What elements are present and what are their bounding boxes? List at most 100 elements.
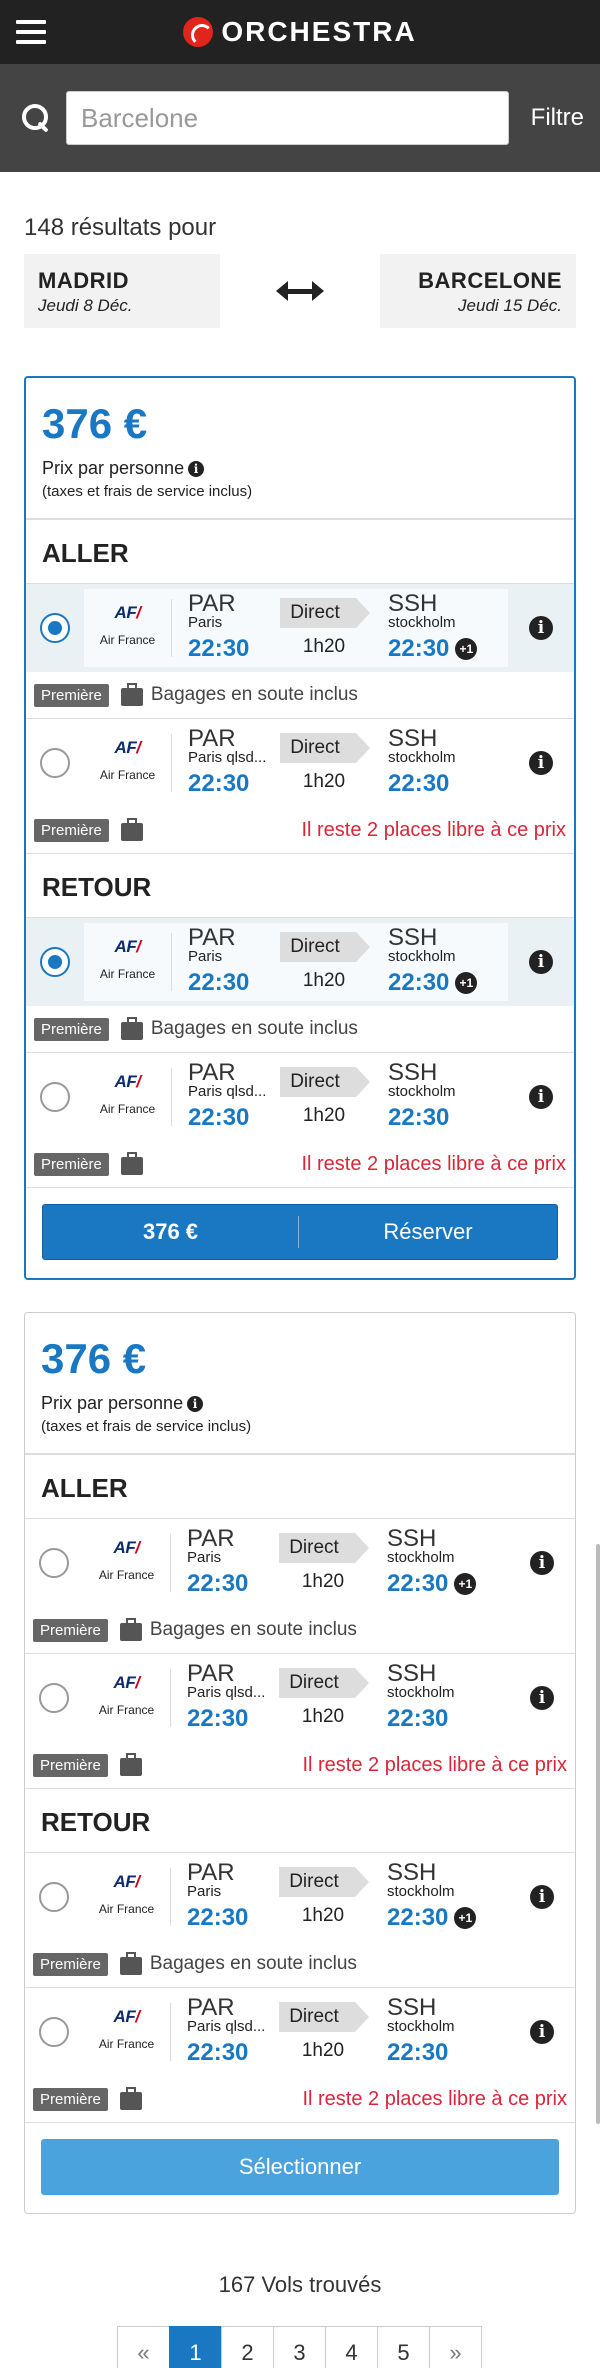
suitcase-icon (120, 1016, 143, 1040)
flight-type: Direct 1h20 (272, 598, 376, 658)
info-cell: i (508, 950, 574, 974)
flight-details: AF/Air France PAR Paris qlsd... 22:30 Direct… (84, 1058, 508, 1136)
departure: PAR Paris qlsd... 22:30 (172, 1061, 272, 1132)
class-badge: Première (33, 1753, 108, 1777)
direct-badge: Direct (280, 598, 370, 628)
flight-option-main[interactable]: AF/Air France PAR Paris qlsd... 22:30 Direct… (26, 719, 574, 807)
pagination-page[interactable]: 5 (377, 2326, 430, 2368)
class-badge: Première (33, 2087, 108, 2111)
filter-button[interactable]: Filtre (525, 104, 584, 132)
arrival-time: 22:30 (387, 1904, 449, 1931)
direct-badge: Direct (280, 733, 370, 763)
reserve-button[interactable]: 376 € Réserver (42, 1204, 558, 1260)
arrival: SSH stockholm 22:30 (375, 1662, 509, 1733)
radio-cell (26, 1082, 84, 1112)
price-info-icon[interactable]: i (188, 460, 205, 477)
pagination-next[interactable]: » (429, 2326, 482, 2368)
baggage-note: Bagages en soute inclus (150, 684, 358, 705)
suitcase-icon (120, 682, 143, 706)
pagination-page[interactable]: 1 (169, 2326, 222, 2368)
suitcase-icon (119, 2086, 142, 2110)
arrival-city: stockholm (388, 949, 456, 965)
select-button[interactable]: Sélectionner (41, 2139, 559, 2195)
pagination-page[interactable]: 2 (221, 2326, 274, 2368)
info-icon[interactable]: i (530, 2020, 554, 2044)
outbound-title: ALLER (25, 1455, 575, 1519)
direct-badge: Direct (279, 1668, 369, 1698)
info-cell: i (508, 1085, 574, 1109)
suitcase-icon (120, 817, 143, 841)
departure: PAR Paris 22:30 (171, 1527, 271, 1598)
flight-select-radio[interactable] (40, 613, 70, 643)
flight-option-main[interactable]: AF/Air France PAR Paris qlsd... 22:30 Direct… (26, 1053, 574, 1141)
search-input[interactable] (66, 91, 509, 145)
airline-name: Air France (99, 1102, 156, 1116)
pagination-prev[interactable]: « (117, 2326, 170, 2368)
results-list: 376 € Prix par personne i (taxes et frais d… (0, 376, 600, 2214)
flight-select-radio[interactable] (39, 1882, 69, 1912)
radio-cell (26, 613, 84, 643)
menu-icon[interactable] (16, 20, 46, 44)
destination-box[interactable]: BARCELONE Jeudi 15 Déc. (380, 254, 576, 328)
airline-name: Air France (98, 1568, 155, 1582)
flight-option-main[interactable]: AF/Air France PAR Paris qlsd... 22:30 Direct… (25, 1988, 575, 2076)
flight-select-radio[interactable] (39, 1548, 69, 1578)
flight-option-main[interactable]: AF/Air France PAR Paris 22:30 Direct 1h20 SSH s… (25, 1853, 575, 1941)
class-badge: Première (34, 683, 109, 707)
info-icon[interactable]: i (529, 1085, 553, 1109)
flight-select-radio[interactable] (40, 1082, 70, 1112)
flight-select-radio[interactable] (40, 748, 70, 778)
flight-option-main[interactable]: AF/Air France PAR Paris qlsd... 22:30 Direct… (25, 1654, 575, 1742)
flight-type: Direct 1h20 (271, 1533, 375, 1593)
flight-select-radio[interactable] (39, 1683, 69, 1713)
search-icon[interactable] (22, 104, 50, 132)
airline-name: Air France (98, 1703, 155, 1717)
airline-cell: AF/Air France (83, 1669, 171, 1727)
departure-time: 22:30 (188, 1104, 250, 1131)
flight-footer: Première Bagages en soute inclus (26, 1006, 574, 1052)
departure-city: Paris (187, 1550, 222, 1566)
arrival-time-wrap: 22:30 (388, 766, 508, 798)
flight-option: AF/Air France PAR Paris 22:30 Direct 1h20 SSH s… (26, 918, 574, 1053)
origin-date: Jeudi 8 Déc. (38, 296, 133, 315)
airline-cell: AF/Air France (83, 1868, 171, 1926)
info-icon[interactable]: i (529, 751, 553, 775)
reserve-price: 376 € (43, 1216, 299, 1248)
info-icon[interactable]: i (529, 950, 553, 974)
flight-option-main[interactable]: AF/Air France PAR Paris 22:30 Direct 1h20 SSH s… (26, 584, 574, 672)
info-icon[interactable]: i (529, 616, 553, 640)
departure-city: Paris qlsd... (188, 1084, 267, 1100)
radio-cell (25, 1548, 83, 1578)
swap-arrows-icon[interactable] (276, 281, 324, 301)
destination-city: BARCELONE (418, 268, 562, 293)
info-icon[interactable]: i (530, 1686, 554, 1710)
search-bar: Filtre (0, 64, 600, 172)
pagination-page[interactable]: 3 (273, 2326, 326, 2368)
air-france-logo-icon: AF/ (113, 2007, 140, 2026)
arrival-code: SSH (388, 725, 438, 752)
air-france-logo-icon: AF/ (114, 937, 141, 956)
next-day-badge: +1 (455, 972, 478, 994)
flight-option-main[interactable]: AF/Air France PAR Paris 22:30 Direct 1h20 SSH s… (26, 918, 574, 1006)
info-icon[interactable]: i (530, 1885, 554, 1909)
flight-select-radio[interactable] (40, 947, 70, 977)
arrival: SSH stockholm 22:30 +1 (375, 1861, 509, 1932)
origin-box[interactable]: MADRID Jeudi 8 Déc. (24, 254, 220, 328)
baggage-note: Bagages en soute inclus (149, 1953, 357, 1974)
airline-cell: AF/Air France (84, 734, 172, 792)
price-info-icon[interactable]: i (187, 1395, 204, 1412)
flight-option: AF/Air France PAR Paris 22:30 Direct 1h20 SSH s… (25, 1519, 575, 1654)
airline-name: Air France (99, 967, 156, 981)
price-per-person-label: Prix par personne (42, 458, 185, 478)
scrollbar[interactable] (596, 1544, 600, 2124)
flight-option-main[interactable]: AF/Air France PAR Paris 22:30 Direct 1h20 SSH s… (25, 1519, 575, 1607)
flight-details: AF/Air France PAR Paris qlsd... 22:30 Direct… (84, 724, 508, 802)
flight-type: Direct 1h20 (271, 1668, 375, 1728)
pagination-page[interactable]: 4 (325, 2326, 378, 2368)
app-name: ORCHESTRA (221, 16, 417, 47)
departure: PAR Paris qlsd... 22:30 (171, 1996, 271, 2067)
app-logo[interactable]: ORCHESTRA (183, 16, 416, 48)
flight-select-radio[interactable] (39, 2017, 69, 2047)
info-icon[interactable]: i (530, 1551, 554, 1575)
flight-details: AF/Air France PAR Paris qlsd... 22:30 Direct… (83, 1993, 509, 2071)
